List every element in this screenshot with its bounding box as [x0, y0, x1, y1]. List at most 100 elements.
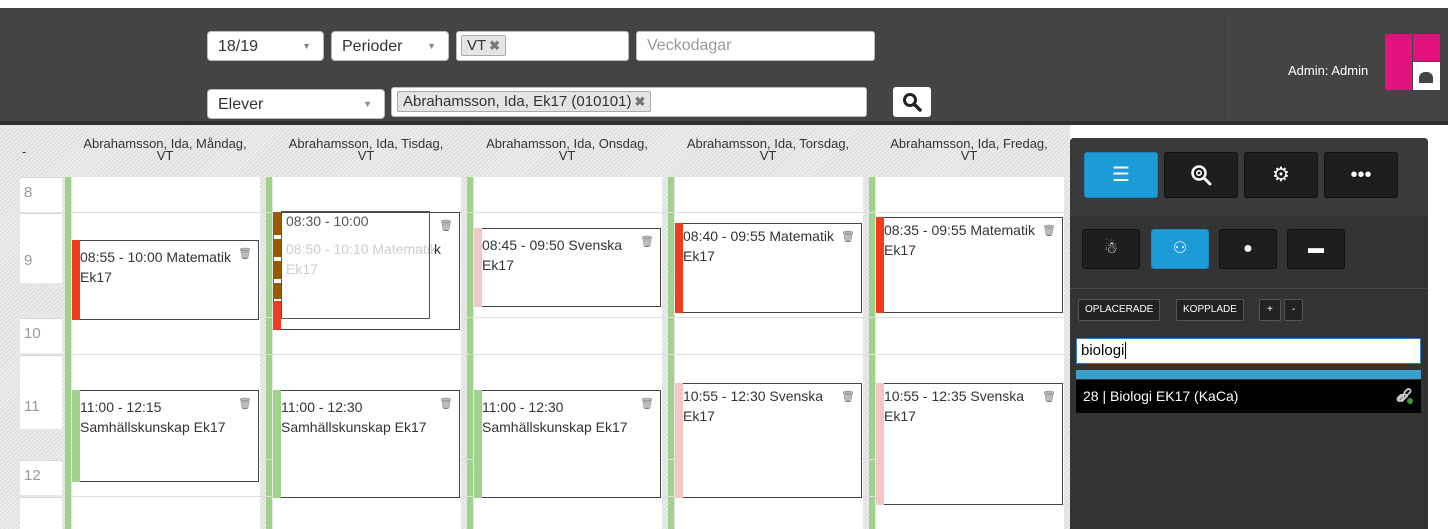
- lesson-title-overflow: k: [434, 241, 441, 257]
- lesson-group: Ek17: [683, 408, 715, 424]
- lesson-block-matematik[interactable]: 🗑 08:55 - 10:00 Matematik Ek17: [72, 240, 259, 320]
- trash-icon[interactable]: 🗑: [1042, 221, 1056, 241]
- lesson-time: 11:00 - 12:15: [80, 399, 162, 415]
- expand-button[interactable]: +: [1259, 299, 1281, 321]
- subject-color-bar: [675, 383, 683, 498]
- student-tag-label: Abrahamsson, Ida, Ek17 (010101): [403, 93, 632, 110]
- remove-tag-icon[interactable]: ✖: [489, 38, 500, 53]
- day-stripe: [869, 177, 875, 529]
- more-options-button[interactable]: •••: [1324, 152, 1398, 198]
- text-cursor: [1125, 342, 1127, 359]
- trash-icon[interactable]: 🗑: [439, 216, 453, 236]
- subject-color-bar: [273, 212, 281, 299]
- lesson-block-matematik[interactable]: 🗑 08:40 - 09:55 Matematik Ek17: [675, 223, 862, 313]
- lesson-time-subject: 08:35 - 09:55 Matematik: [884, 222, 1035, 238]
- cloud-icon: [1419, 72, 1433, 83]
- trash-icon[interactable]: 🗑: [439, 394, 453, 414]
- group-icon: ⚇: [1172, 240, 1188, 257]
- list-view-button[interactable]: ☰: [1084, 152, 1158, 198]
- search-icon: [903, 93, 922, 112]
- trash-icon[interactable]: 🗑: [841, 227, 855, 247]
- day-stripe: [467, 177, 473, 529]
- period-select[interactable]: Perioder ▼: [331, 31, 449, 61]
- teacher-glasses-icon: ☃: [1103, 240, 1119, 257]
- ellipsis-icon: •••: [1350, 164, 1372, 186]
- link-icon[interactable]: [1395, 386, 1415, 409]
- side-panel: ☰ ⚙ ••• ☃ ⚇ ● ▬ OPLACERADE KOPPLADE + -: [1070, 138, 1428, 529]
- lesson-block-samhallskunskap[interactable]: 🗑 11:00 - 12:15 Samhällskunskap Ek17: [72, 390, 259, 482]
- lesson-block-svenska[interactable]: 🗑 08:45 - 09:50 Svenska Ek17: [474, 228, 661, 307]
- folder-button[interactable]: ▬: [1287, 229, 1345, 269]
- lesson-block-samhallskunskap[interactable]: 🗑 11:00 - 12:30 Samhällskunskap Ek17: [273, 390, 460, 498]
- admin-label[interactable]: Admin: Admin: [1288, 63, 1368, 78]
- day-header-tuesday: Abrahamsson, Ida, Tisdag, VT: [288, 136, 444, 163]
- lesson-subject-group: Samhällskunskap Ek17: [281, 419, 427, 435]
- zoom-view-button[interactable]: [1164, 152, 1238, 198]
- remove-tag-icon[interactable]: ✖: [634, 94, 645, 109]
- person-icon: ●: [1243, 240, 1253, 257]
- lesson-block-svenska[interactable]: 🗑 10:55 - 12:35 Svenska Ek17: [876, 383, 1063, 505]
- subject-color-bar: [876, 383, 884, 505]
- hour-label: 12: [20, 460, 62, 495]
- search-result-item[interactable]: 28 | Biologi EK17 (KaCa): [1076, 380, 1421, 413]
- lesson-block-samhallskunskap[interactable]: 🗑 11:00 - 12:30 Samhällskunskap Ek17: [474, 390, 661, 498]
- lesson-time: 11:00 - 12:30: [281, 399, 363, 415]
- settings-button[interactable]: ⚙: [1244, 152, 1318, 198]
- lesson-time-subject: 08:45 - 09:50 Svenska: [482, 237, 623, 253]
- schedule-calendar: - Abrahamsson, Ida, Måndag, VT Abrahamsso…: [0, 125, 1070, 529]
- lesson-block-svenska[interactable]: 🗑 10:55 - 12:30 Svenska Ek17: [675, 383, 862, 498]
- year-select[interactable]: 18/19 ▼: [207, 31, 324, 61]
- subject-color-bar: [474, 390, 482, 498]
- group-select[interactable]: Elever ▼: [207, 89, 385, 119]
- chevron-down-icon: ▼: [427, 41, 436, 51]
- linked-tab[interactable]: KOPPLADE: [1176, 299, 1244, 321]
- groups-button[interactable]: ⚇: [1151, 229, 1209, 269]
- gear-icon: ⚙: [1272, 164, 1290, 186]
- day-header-wednesday: Abrahamsson, Ida, Onsdag, VT: [486, 136, 648, 163]
- collapse-button[interactable]: -: [1284, 299, 1304, 321]
- day-header-monday: Abrahamsson, Ida, Måndag, VT: [83, 136, 247, 163]
- hour-label: 11: [20, 355, 62, 429]
- zoom-search-icon: [1191, 165, 1212, 186]
- drag-preview-time: 08:30 - 10:00: [286, 213, 369, 229]
- lesson-group: Ek17: [482, 257, 514, 273]
- top-bar: 18/19 ▼ Perioder ▼ VT ✖ Veckodagar Elever…: [0, 0, 1448, 125]
- lesson-group: Ek17: [683, 248, 715, 264]
- trash-icon[interactable]: 🗑: [1042, 387, 1056, 407]
- subject-color-bar: [273, 390, 281, 498]
- subject-color-bar: [72, 240, 80, 320]
- student-button[interactable]: ●: [1219, 229, 1277, 269]
- lesson-block-matematik[interactable]: 🗑 08:35 - 09:55 Matematik Ek17: [876, 217, 1063, 313]
- trash-icon[interactable]: 🗑: [841, 387, 855, 407]
- search-button[interactable]: [893, 87, 931, 117]
- lesson-group: Ek17: [884, 408, 916, 424]
- weekdays-input[interactable]: Veckodagar: [636, 31, 875, 61]
- student-tags-input[interactable]: Abrahamsson, Ida, Ek17 (010101) ✖: [391, 87, 867, 117]
- lesson-subject-group: Samhällskunskap Ek17: [482, 419, 628, 435]
- day-stripe: [668, 177, 674, 529]
- hour-label: 9: [20, 213, 62, 283]
- weekdays-placeholder: Veckodagar: [647, 37, 732, 54]
- lesson-time: 11:00 - 12:30: [482, 399, 564, 415]
- day-header-thursday: Abrahamsson, Ida, Torsdag, VT: [686, 136, 850, 163]
- trash-icon[interactable]: 🗑: [640, 232, 654, 252]
- filter-input[interactable]: biologi: [1076, 338, 1421, 364]
- list-icon: ☰: [1112, 164, 1130, 186]
- subject-color-bar: [675, 223, 683, 313]
- trash-icon[interactable]: 🗑: [238, 394, 252, 414]
- lesson-time-subject: 08:55 - 10:00 Matematik: [80, 249, 231, 265]
- year-select-value: 18/19: [218, 38, 259, 55]
- period-tag: VT ✖: [461, 35, 507, 56]
- day-stripe: [65, 177, 71, 529]
- teachers-button[interactable]: ☃: [1082, 229, 1140, 269]
- trash-icon[interactable]: 🗑: [640, 394, 654, 414]
- unplaced-tab[interactable]: OPLACERADE: [1078, 299, 1161, 321]
- folder-icon: ▬: [1308, 240, 1324, 257]
- period-tags-input[interactable]: VT ✖: [456, 31, 629, 61]
- hour-label: 10: [20, 318, 62, 353]
- chevron-down-icon: ▼: [363, 99, 372, 109]
- drag-preview-block[interactable]: 08:30 - 10:00: [281, 211, 430, 319]
- trash-icon[interactable]: 🗑: [238, 244, 252, 264]
- period-select-value: Perioder: [342, 38, 403, 55]
- group-select-value: Elever: [218, 96, 264, 113]
